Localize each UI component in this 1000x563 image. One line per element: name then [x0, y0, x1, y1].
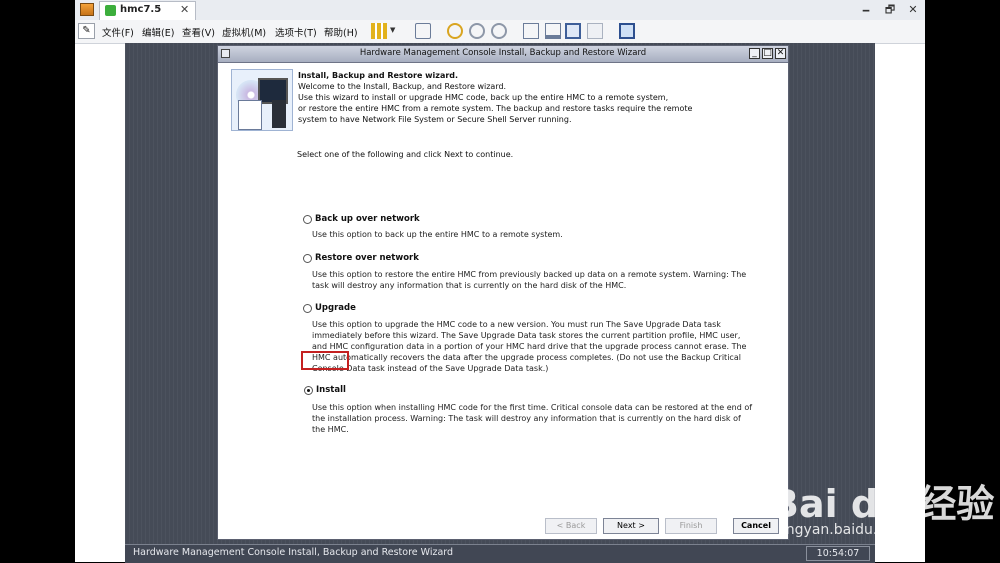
- desc-line: the HMC.: [312, 425, 349, 434]
- desc-line: Use this option to back up the entire HM…: [312, 230, 563, 239]
- vm-running-icon: [105, 5, 116, 16]
- watermark-url: jingyan.baidu.com: [778, 522, 908, 538]
- finish-button[interactable]: Finish: [665, 518, 717, 534]
- intro-line: Welcome to the Install, Backup, and Rest…: [298, 82, 507, 91]
- option-label-upgrade[interactable]: Upgrade: [315, 303, 356, 313]
- unity-icon[interactable]: [587, 23, 603, 39]
- select-prompt: Select one of the following and click Ne…: [297, 150, 514, 159]
- desc-line: Console Data task instead of the Save Up…: [312, 364, 549, 373]
- sidebar-toggle-icon[interactable]: [523, 23, 539, 39]
- intro-line: or restore the entire HMC from a remote …: [298, 104, 693, 113]
- radio-backup-network[interactable]: [303, 215, 312, 224]
- menu-file[interactable]: 文件(F): [102, 25, 134, 39]
- menu-view[interactable]: 查看(V): [182, 25, 215, 39]
- revert-snapshot-icon[interactable]: [469, 23, 485, 39]
- wizard-content: Install, Backup and Restore wizard. Welc…: [219, 63, 787, 513]
- intro-line: Use this wizard to install or upgrade HM…: [298, 93, 669, 102]
- pin-icon[interactable]: ✎: [78, 23, 95, 39]
- restore-icon[interactable]: 🗗: [881, 2, 899, 17]
- option-label-backup[interactable]: Back up over network: [315, 214, 420, 224]
- fullscreen-icon[interactable]: [565, 23, 581, 39]
- suspend-icon[interactable]: [371, 23, 387, 39]
- snapshot-manager-icon[interactable]: [491, 23, 507, 39]
- wizard-heading: Install, Backup and Restore wizard.: [298, 71, 459, 80]
- network-icon[interactable]: [415, 23, 431, 39]
- baidu-watermark: Bai du 经验 jingyan.baidu.com: [760, 455, 1000, 555]
- menu-tabs[interactable]: 选项卡(T): [275, 25, 317, 39]
- next-button[interactable]: Next >: [603, 518, 659, 534]
- host-menubar: ✎ 文件(F) 编辑(E) 查看(V) 虚拟机(M) 选项卡(T) 帮助(H) …: [75, 20, 925, 44]
- menu-help[interactable]: 帮助(H): [324, 25, 358, 39]
- host-tabbar: hmc7.5 ✕ 🗕 🗗 ✕: [75, 0, 925, 21]
- close-window-icon[interactable]: ✕: [904, 2, 922, 17]
- watermark-text: Bai du 经验: [770, 482, 995, 526]
- back-button[interactable]: < Back: [545, 518, 597, 534]
- wizard-maximize-icon[interactable]: □: [762, 48, 773, 59]
- minimize-icon[interactable]: 🗕: [857, 2, 875, 17]
- wizard-close-icon[interactable]: ✕: [775, 48, 786, 59]
- vm-tab-label: hmc7.5: [120, 4, 162, 15]
- console-view-icon[interactable]: [619, 23, 635, 39]
- desc-line: immediately before this wizard. The Save…: [312, 331, 741, 340]
- wizard-title: Hardware Management Console Install, Bac…: [359, 48, 647, 58]
- radio-restore-network[interactable]: [303, 254, 312, 263]
- option-desc-install: Use this option when installing HMC code…: [312, 402, 752, 435]
- menu-vm[interactable]: 虚拟机(M): [222, 25, 266, 39]
- desc-line: task will destroy any information that i…: [312, 281, 627, 290]
- desc-line: Use this option when installing HMC code…: [312, 403, 753, 412]
- vmware-logo-icon: [80, 3, 94, 16]
- snapshot-icon[interactable]: [447, 23, 463, 39]
- desc-line: HMC automatically recovers the data afte…: [312, 353, 741, 362]
- vm-tab[interactable]: hmc7.5 ✕: [99, 1, 196, 20]
- desc-line: the installation process. Warning: The t…: [312, 414, 741, 423]
- intro-line: system to have Network File System or Se…: [298, 115, 572, 124]
- thumbnail-bar-icon[interactable]: [545, 23, 561, 39]
- desc-line: Use this option to restore the entire HM…: [312, 270, 747, 279]
- option-label-install[interactable]: Install: [316, 385, 346, 395]
- taskbar-window-title[interactable]: Hardware Management Console Install, Bac…: [133, 547, 453, 558]
- install-highlight-box: [301, 351, 349, 370]
- radio-install[interactable]: [304, 386, 313, 395]
- wizard-illustration-icon: [231, 69, 293, 131]
- wizard-footer: < Back Next > Finish Cancel: [219, 513, 787, 539]
- desc-line: Use this option to upgrade the HMC code …: [312, 320, 721, 329]
- menu-edit[interactable]: 编辑(E): [142, 25, 174, 39]
- radio-upgrade[interactable]: [303, 304, 312, 313]
- wizard-minimize-icon[interactable]: _: [749, 48, 760, 59]
- tab-close-icon[interactable]: ✕: [180, 3, 189, 16]
- desc-line: and HMC configuration data in a portion …: [312, 342, 747, 351]
- chevron-down-icon[interactable]: ▼: [390, 26, 395, 34]
- option-desc-upgrade: Use this option to upgrade the HMC code …: [312, 319, 746, 374]
- wizard-window: Hardware Management Console Install, Bac…: [217, 45, 789, 540]
- option-desc-backup: Use this option to back up the entire HM…: [312, 229, 563, 240]
- option-desc-restore: Use this option to restore the entire HM…: [312, 269, 746, 291]
- wizard-titlebar[interactable]: Hardware Management Console Install, Bac…: [218, 46, 788, 63]
- option-label-restore[interactable]: Restore over network: [315, 253, 419, 263]
